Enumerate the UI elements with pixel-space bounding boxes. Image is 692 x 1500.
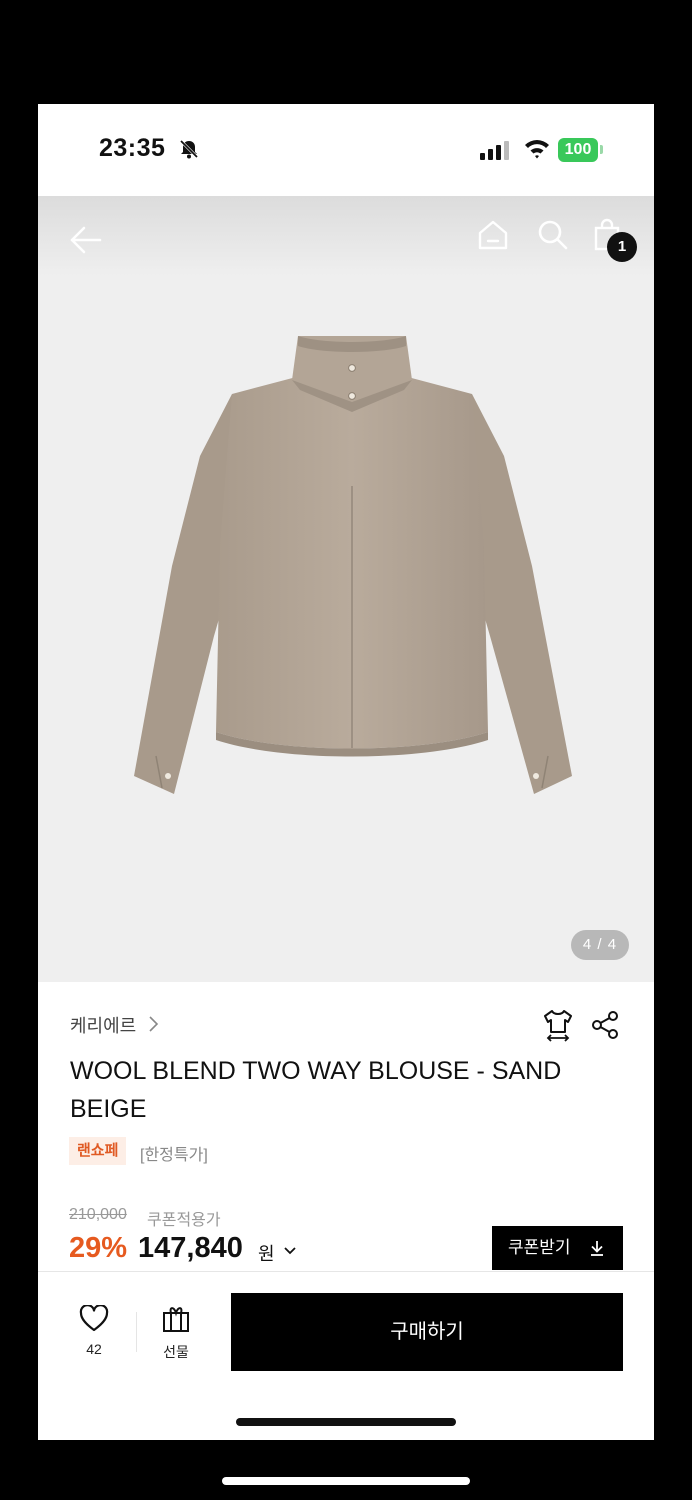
- buy-button[interactable]: 구매하기: [231, 1293, 623, 1371]
- gift-button[interactable]: 선물: [156, 1305, 196, 1362]
- promo-tag: 랜쇼페: [69, 1137, 127, 1165]
- chevron-down-icon[interactable]: [283, 1246, 297, 1256]
- download-coupon-button[interactable]: 쿠폰받기: [492, 1226, 623, 1270]
- battery-tip: [600, 145, 603, 154]
- gift-icon: [163, 1307, 189, 1332]
- product-title: WOOL BLEND TWO WAY BLOUSE - SAND BEIGE: [70, 1057, 562, 1123]
- phone-screen: 23:35 100 1 4 / 4 케리에르 WOOL BLEND TWO WA…: [38, 104, 654, 1440]
- brand-link[interactable]: 케리에르: [70, 1012, 136, 1038]
- cart-count-badge: 1: [607, 232, 637, 262]
- status-bar: 23:35 100: [38, 104, 654, 196]
- product-image-gallery[interactable]: 1 4 / 4: [38, 196, 654, 982]
- image-page-indicator: 4 / 4: [571, 930, 629, 960]
- outer-home-indicator: [222, 1477, 470, 1485]
- home-icon[interactable]: [476, 218, 510, 252]
- bell-muted-icon: [179, 139, 199, 159]
- product-photo: [134, 336, 572, 794]
- search-icon[interactable]: [536, 218, 570, 252]
- back-arrow-icon[interactable]: [66, 220, 106, 260]
- download-icon: [591, 1241, 603, 1256]
- size-guide-icon[interactable]: [542, 1008, 574, 1042]
- original-price: 210,000: [69, 1206, 127, 1223]
- share-icon[interactable]: [590, 1010, 620, 1040]
- battery-indicator: 100: [558, 138, 598, 162]
- special-price-tag: [한정특가]: [140, 1147, 208, 1164]
- bottom-action-bar: 42 선물 구매하기: [38, 1271, 654, 1440]
- home-indicator[interactable]: [236, 1418, 456, 1426]
- coupon-button-label: 쿠폰받기: [508, 1238, 571, 1257]
- divider: [136, 1312, 137, 1352]
- discount-rate: 29%: [69, 1232, 128, 1264]
- wifi-icon: [525, 140, 549, 159]
- heart-icon: [79, 1304, 109, 1332]
- status-time: 23:35: [99, 134, 166, 162]
- chevron-right-icon[interactable]: [148, 1014, 160, 1034]
- sale-price: 147,840: [138, 1232, 243, 1264]
- cellular-signal-icon: [480, 141, 509, 160]
- like-count: 42: [86, 1341, 102, 1357]
- like-button[interactable]: 42: [74, 1304, 114, 1357]
- coupon-price-label: 쿠폰적용가: [147, 1212, 221, 1229]
- currency-unit: 원: [258, 1244, 275, 1264]
- gift-label: 선물: [163, 1344, 189, 1360]
